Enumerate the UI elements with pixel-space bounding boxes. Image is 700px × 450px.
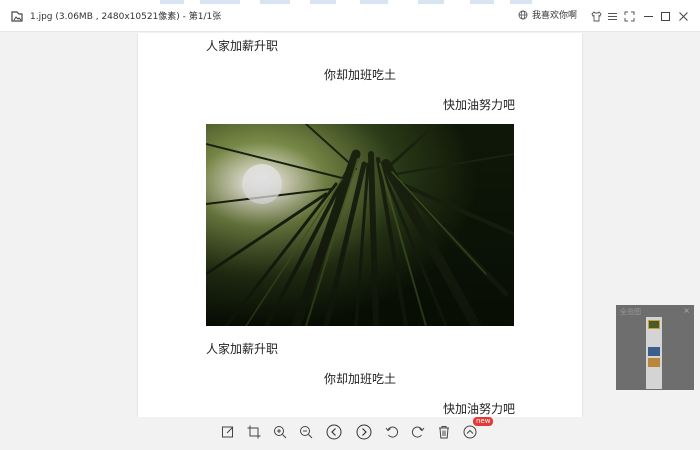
text-line-6: 快加油努力吧: [443, 402, 516, 416]
text-line-5: 你却加班吃土: [324, 372, 397, 386]
image-canvas[interactable]: 人家加薪升职 你却加班吃土 快加油努力吧 人家加薪升职 你却加班吃土 快加油努力…: [0, 33, 700, 417]
maximize-icon[interactable]: [657, 8, 673, 24]
fullscreen-icon[interactable]: [621, 8, 637, 24]
favorite-label: 我喜欢你啊: [532, 11, 578, 21]
navigator-thumb: [648, 347, 660, 356]
navigator-panel[interactable]: 全览图 ×: [616, 305, 694, 390]
navigator-title: 全览图: [620, 308, 641, 316]
new-badge: new: [473, 417, 494, 426]
title-bar: 1.jpg (3.06MB , 2480x10521像素) - 第1/1张 我喜…: [0, 0, 700, 32]
background-tab-strip: [140, 0, 700, 4]
navigator-close-icon[interactable]: ×: [683, 306, 690, 315]
navigator-preview[interactable]: [646, 317, 662, 389]
text-line-4: 人家加薪升职: [206, 342, 279, 356]
close-icon[interactable]: [675, 8, 691, 24]
image-app-icon: [11, 11, 23, 22]
document-page: 人家加薪升职 你却加班吃土 快加油努力吧 人家加薪升职 你却加班吃土 快加油努力…: [138, 33, 582, 417]
next-icon[interactable]: [354, 422, 374, 442]
menu-icon[interactable]: [604, 8, 620, 24]
navigator-thumb: [648, 358, 660, 367]
zoom-out-icon[interactable]: [296, 422, 316, 442]
edit-icon[interactable]: [218, 422, 238, 442]
globe-icon: [518, 10, 528, 19]
shirt-icon[interactable]: [588, 8, 604, 24]
text-line-1: 人家加薪升职: [206, 39, 279, 53]
window-title: 1.jpg (3.06MB , 2480x10521像素) - 第1/1张: [30, 12, 222, 22]
navigator-viewport[interactable]: [648, 320, 660, 329]
crop-icon[interactable]: [244, 422, 264, 442]
text-line-2: 你却加班吃土: [324, 68, 397, 82]
text-line-3: 快加油努力吧: [443, 98, 516, 112]
bottom-toolbar: [0, 417, 700, 450]
favorite-button[interactable]: 我喜欢你啊: [518, 8, 577, 21]
zoom-in-icon[interactable]: [270, 422, 290, 442]
rotate-left-icon[interactable]: [382, 422, 402, 442]
rotate-right-icon[interactable]: [408, 422, 428, 442]
previous-icon[interactable]: [324, 422, 344, 442]
delete-icon[interactable]: [434, 422, 454, 442]
bamboo-forest-photo: [206, 124, 514, 326]
minimize-icon[interactable]: [640, 8, 656, 24]
